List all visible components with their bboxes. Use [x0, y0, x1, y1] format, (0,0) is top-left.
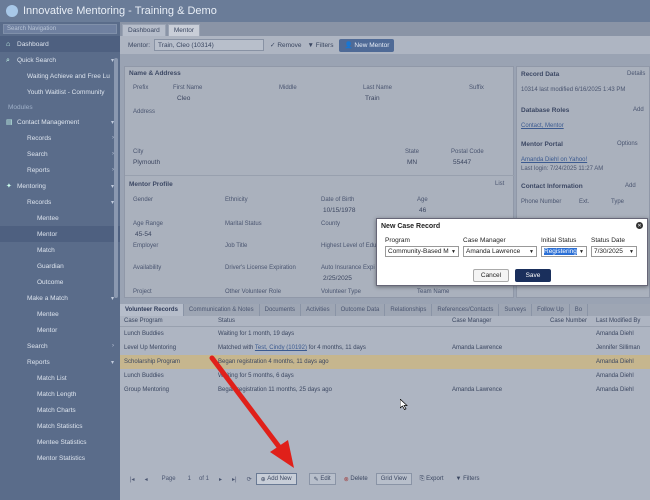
mouse-cursor-icon — [400, 399, 408, 410]
annotation-arrow-icon — [209, 355, 294, 468]
